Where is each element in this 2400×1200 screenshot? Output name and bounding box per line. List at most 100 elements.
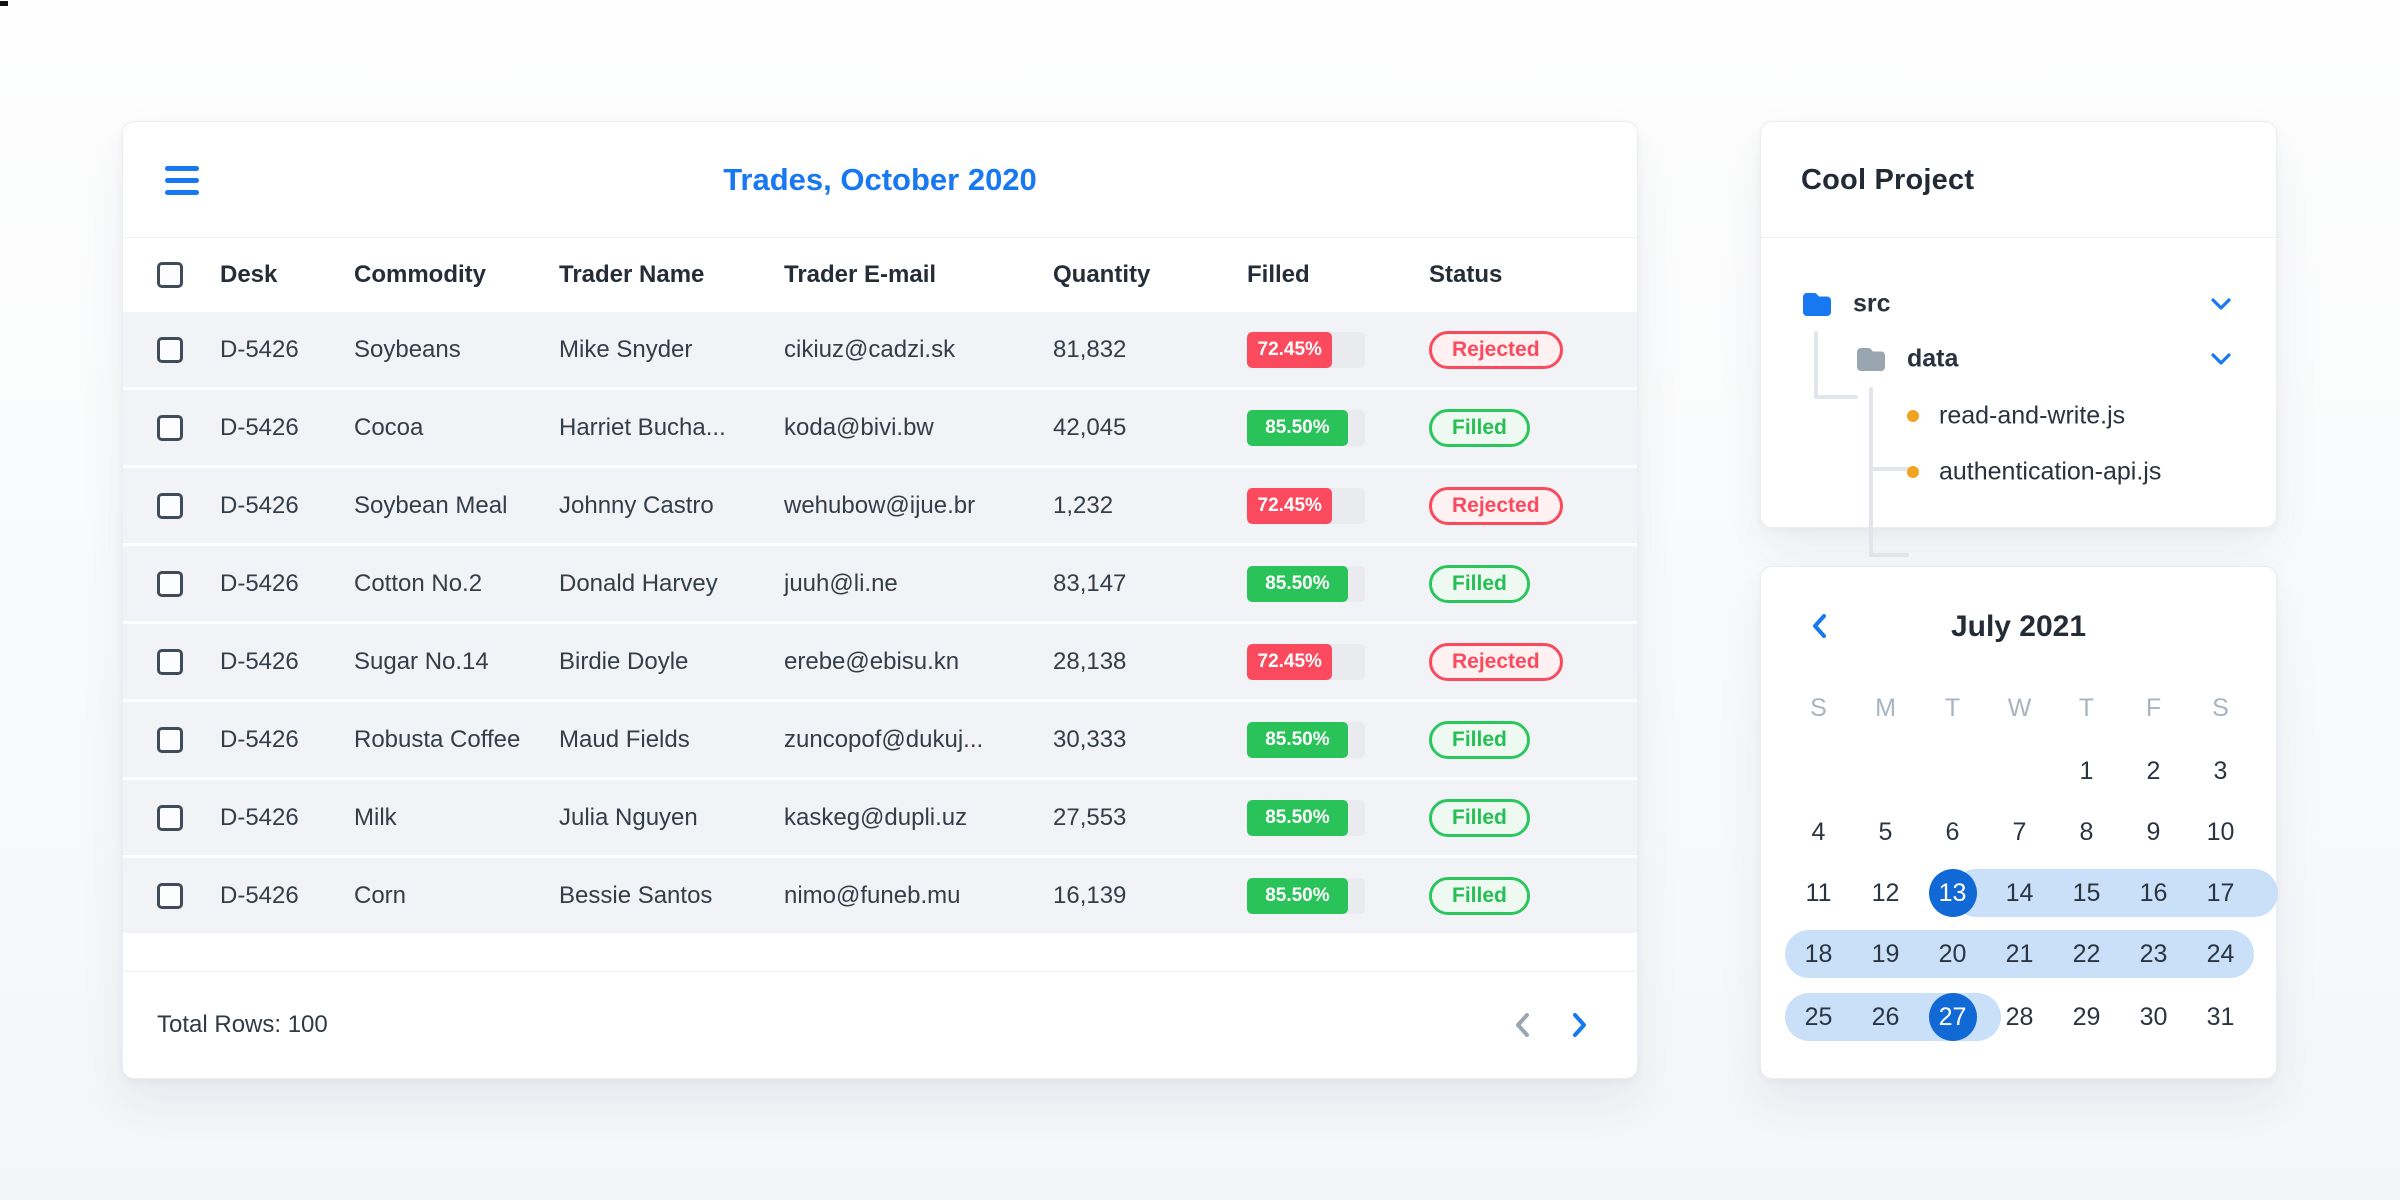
calendar-day[interactable]: 15 — [2053, 869, 2120, 917]
calendar-day[interactable]: 28 — [1986, 993, 2053, 1041]
table-footer: Total Rows: 100 — [123, 971, 1637, 1078]
status-badge: Rejected — [1429, 330, 1563, 369]
calendar-day[interactable]: 31 — [2187, 993, 2254, 1041]
calendar-day — [1986, 747, 2053, 795]
calendar-day[interactable]: 14 — [1986, 869, 2053, 917]
chevron-left-icon[interactable] — [1513, 1011, 1531, 1039]
calendar-day[interactable]: 3 — [2187, 747, 2254, 795]
calendar-day[interactable]: 29 — [2053, 993, 2120, 1041]
calendar-day[interactable]: 25 — [1785, 993, 1852, 1041]
trades-card: Trades, October 2020 Desk Commodity Trad… — [122, 121, 1638, 1079]
calendar-day[interactable]: 21 — [1986, 930, 2053, 978]
tree-label: read-and-write.js — [1939, 401, 2126, 430]
cell-email: kaskeg@dupli.uz — [784, 803, 968, 831]
tree-label: authentication-api.js — [1939, 457, 2162, 486]
status-badge: Filled — [1429, 876, 1530, 915]
cell-quantity: 1,232 — [1053, 491, 1114, 519]
select-all-checkbox[interactable] — [157, 262, 183, 288]
row-checkbox[interactable] — [157, 492, 183, 519]
trades-title: Trades, October 2020 — [723, 162, 1037, 197]
project-title: Cool Project — [1801, 164, 1975, 196]
cell-commodity: Sugar No.14 — [354, 647, 489, 675]
file-tree: src data read-and-write.js authenticatio… — [1761, 239, 2276, 557]
row-checkbox[interactable] — [157, 336, 183, 363]
calendar-day[interactable]: 24 — [2187, 930, 2254, 978]
cell-trader: Donald Harvey — [559, 569, 718, 597]
file-dot-icon — [1907, 466, 1919, 478]
table-row: D-5426 Soybeans Mike Snyder cikiuz@cadzi… — [123, 312, 1637, 390]
filled-progress-bar: 85.50% — [1247, 565, 1365, 602]
cell-email: zuncopof@dukuj... — [784, 725, 984, 753]
file-dot-icon — [1907, 410, 1919, 422]
chevron-right-icon[interactable] — [1571, 1011, 1589, 1039]
table-row: D-5426 Corn Bessie Santos nimo@funeb.mu … — [123, 858, 1637, 936]
row-checkbox[interactable] — [157, 570, 183, 597]
calendar-day[interactable]: 2 — [2120, 747, 2187, 795]
cell-trader: Johnny Castro — [559, 491, 714, 519]
row-checkbox[interactable] — [157, 648, 183, 675]
folder-icon-gray — [1857, 348, 1885, 371]
trades-card-header: Trades, October 2020 — [123, 122, 1637, 238]
row-checkbox[interactable] — [157, 414, 183, 441]
row-checkbox[interactable] — [157, 804, 183, 831]
calendar-day[interactable]: 10 — [2187, 808, 2254, 856]
calendar-day[interactable]: 18 — [1785, 930, 1852, 978]
tree-item-file[interactable]: read-and-write.js — [1761, 388, 2276, 444]
cell-commodity: Corn — [354, 881, 407, 909]
cell-trader: Bessie Santos — [559, 881, 713, 909]
calendar-day[interactable]: 19 — [1852, 930, 1919, 978]
calendar-day[interactable]: 6 — [1919, 808, 1986, 856]
cell-desk: D-5426 — [220, 491, 299, 519]
calendar-day[interactable]: 17 — [2187, 869, 2254, 917]
cell-desk: D-5426 — [220, 647, 299, 675]
calendar-header: July 2021 — [1761, 567, 2276, 663]
tree-item-data[interactable]: data — [1761, 331, 2276, 387]
cell-trader: Harriet Bucha... — [559, 413, 726, 441]
calendar-day[interactable]: 9 — [2120, 808, 2187, 856]
tree-item-file[interactable]: authentication-api.js — [1761, 444, 2276, 500]
calendar-week-row: 18 19 20 21 22 23 24 — [1785, 930, 2254, 978]
filled-progress-bar: 72.45% — [1247, 643, 1365, 680]
calendar-day — [1852, 747, 1919, 795]
row-checkbox[interactable] — [157, 882, 183, 909]
cell-trader: Birdie Doyle — [559, 647, 689, 675]
cell-desk: D-5426 — [220, 569, 299, 597]
cell-desk: D-5426 — [220, 725, 299, 753]
calendar-day[interactable]: 23 — [2120, 930, 2187, 978]
chevron-down-icon[interactable] — [2210, 297, 2232, 311]
cell-trader: Maud Fields — [559, 725, 690, 753]
calendar-day-range-start[interactable]: 13 — [1919, 869, 1986, 917]
calendar-day[interactable]: 11 — [1785, 869, 1852, 917]
cell-commodity: Milk — [354, 803, 397, 831]
chevron-down-icon[interactable] — [2210, 352, 2232, 366]
status-badge: Filled — [1429, 408, 1530, 447]
tree-label: src — [1853, 289, 1891, 318]
column-header-status: Status — [1429, 261, 1503, 288]
calendar-day[interactable]: 1 — [2053, 747, 2120, 795]
cell-desk: D-5426 — [220, 413, 299, 441]
calendar-day[interactable]: 16 — [2120, 869, 2187, 917]
calendar-day[interactable]: 12 — [1852, 869, 1919, 917]
status-badge: Rejected — [1429, 486, 1563, 525]
cell-email: nimo@funeb.mu — [784, 881, 961, 909]
calendar-day[interactable]: 26 — [1852, 993, 1919, 1041]
tree-item-src[interactable]: src — [1761, 276, 2276, 332]
table-row: D-5426 Milk Julia Nguyen kaskeg@dupli.uz… — [123, 780, 1637, 858]
calendar-month-title: July 2021 — [1950, 610, 2087, 643]
cell-quantity: 81,832 — [1053, 335, 1127, 363]
calendar-day[interactable]: 8 — [2053, 808, 2120, 856]
calendar-day[interactable]: 30 — [2120, 993, 2187, 1041]
row-checkbox[interactable] — [157, 726, 183, 753]
calendar-day[interactable]: 7 — [1986, 808, 2053, 856]
calendar-day[interactable]: 22 — [2053, 930, 2120, 978]
calendar-day[interactable]: 20 — [1919, 930, 1986, 978]
column-header-filled: Filled — [1247, 261, 1310, 288]
cell-quantity: 16,139 — [1053, 881, 1127, 909]
cell-commodity: Soybean Meal — [354, 491, 508, 519]
calendar-day[interactable]: 5 — [1852, 808, 1919, 856]
cell-desk: D-5426 — [220, 335, 299, 363]
calendar-day[interactable]: 4 — [1785, 808, 1852, 856]
folder-icon-blue — [1803, 293, 1831, 316]
column-header-desk: Desk — [220, 261, 278, 288]
calendar-day-range-end[interactable]: 27 — [1919, 993, 1986, 1041]
